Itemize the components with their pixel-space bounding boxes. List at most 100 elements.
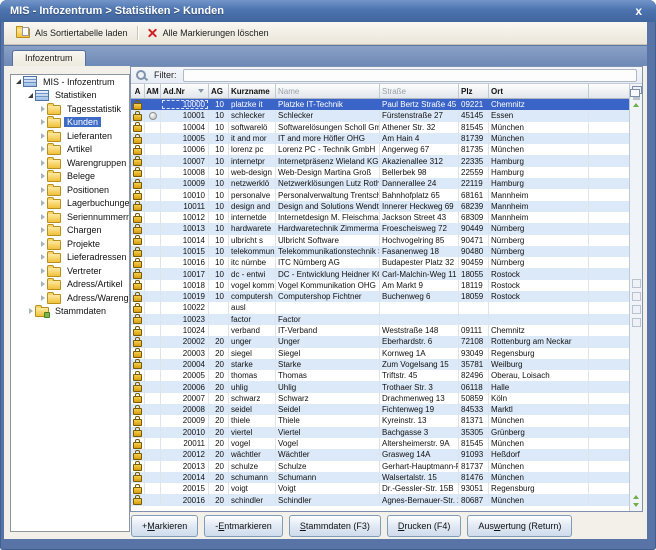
table-row[interactable]: 2000820seidelSeidelFichtenweg 1984533Mar… [131,404,629,415]
table-row[interactable]: 1001110design andDesign and Solutions We… [131,201,629,212]
table-row[interactable]: 1000410softwarelöSoftwarelösungen Scholl… [131,122,629,133]
table-row[interactable]: 2000420starkeStarkeZum Vogelsang 1535781… [131,359,629,370]
table-row[interactable]: 2001420schumannSchumannWalsertalstr. 158… [131,472,629,483]
table-row[interactable]: 2000920thieleThieleKyreinstr. 1381371Mün… [131,415,629,426]
table-row[interactable]: 1000810web-designWeb-Design Martina Groß… [131,167,629,178]
search-panel-icon[interactable] [632,292,641,301]
table-row[interactable]: 1001210internetdeInternetdesign M. Fleis… [131,212,629,223]
chevron-closed-icon[interactable] [38,119,47,125]
table-row[interactable]: 2001320schulzeSchulzeGerhart-Hauptmann-R… [131,461,629,472]
tree-item-lieferanten[interactable]: Lieferanten [11,129,129,143]
column-chooser-icon[interactable] [632,86,642,94]
table-row[interactable]: 2000620uhligUhligTrothaer Str. 306118Hal… [131,381,629,392]
chevron-closed-icon[interactable] [38,133,47,139]
tree-item-warengruppen[interactable]: Warengruppen [11,156,129,170]
tree-item-positionen[interactable]: Positionen [11,183,129,197]
table-row[interactable]: 1000510it and morIT and more Höfler OHGA… [131,133,629,144]
chevron-closed-icon[interactable] [26,308,35,314]
clear-marks-button[interactable]: Alle Markierungen löschen [141,26,275,41]
table-row[interactable]: 1001910computershComputershop FichtnerBu… [131,291,629,302]
column-header-plz[interactable]: Plz [459,84,489,98]
tab-infozentrum[interactable]: Infozentrum [12,50,86,66]
fixed-row-down-icon[interactable] [633,503,639,507]
column-header-name[interactable]: Name [276,84,380,98]
chevron-open-icon[interactable] [14,79,23,84]
table-row[interactable]: 1001610itc nürnbeITC Nürnberg AGBudapest… [131,257,629,268]
tree-item-lieferadressen[interactable]: Lieferadressen [11,251,129,265]
tree-item-mis-infozentrum[interactable]: MIS - Infozentrum [11,75,129,89]
table-row[interactable]: 1001010personalvePersonalverwaltung Tren… [131,189,629,200]
table-row[interactable]: 2001120vogelVogelAltersheimerstr. 9A8154… [131,438,629,449]
chevron-closed-icon[interactable] [38,106,47,112]
chevron-open-icon[interactable] [26,93,35,98]
table-row[interactable]: 2000220ungerUngerEberhardstr. 672108Rott… [131,336,629,347]
chevron-closed-icon[interactable] [38,295,47,301]
chevron-closed-icon[interactable] [38,173,47,179]
tree-item-statistiken[interactable]: Statistiken [11,89,129,103]
close-button[interactable]: x [631,2,646,20]
table-row[interactable]: 1001510telekommunTelekommunikationstechn… [131,246,629,257]
chevron-closed-icon[interactable] [38,281,47,287]
column-header-ort[interactable]: Ort [489,84,589,98]
filter-input[interactable] [183,69,638,82]
fixed-row-up-icon[interactable] [633,495,639,499]
tree-item-seriennummern[interactable]: Seriennummern [11,210,129,224]
table-row[interactable]: 1001310hardwareteHardwaretechnik Zimmerm… [131,223,629,234]
table-row[interactable]: 2000320siegelSiegelKornweg 1A93049Regens… [131,348,629,359]
table-row[interactable]: 2001020viertelViertelBachgasse 335305Grü… [131,427,629,438]
tree-item-chargen[interactable]: Chargen [11,224,129,238]
pin-icon[interactable] [633,97,640,100]
column-header-strasse[interactable]: Straße [380,84,459,98]
table-row[interactable]: 10022ausl [131,302,629,313]
chevron-closed-icon[interactable] [38,187,47,193]
chevron-closed-icon[interactable] [38,241,47,247]
table-row[interactable]: 1000910netzwerklöNetzwerklösungen Lutz R… [131,178,629,189]
table-row[interactable]: 1001810vogel kommVogel Kommunikation OHG… [131,280,629,291]
column-header-ag[interactable]: AG [209,84,229,98]
chevron-closed-icon[interactable] [38,268,47,274]
table-row[interactable]: 10024verbandIT-VerbandWeststraße 1480911… [131,325,629,336]
table-row[interactable]: 2000520thomasThomasTriftstr. 4582496Ober… [131,370,629,381]
table-row[interactable]: 1000110schleckerSchleckerFürstenstraße 2… [131,110,629,121]
chevron-closed-icon[interactable] [38,200,47,206]
grid-view-icon[interactable] [632,279,641,288]
tree-item-tagesstatistik[interactable]: Tagesstatistik [11,102,129,116]
filter-panel-icon[interactable] [632,318,641,327]
chevron-closed-icon[interactable] [38,254,47,260]
table-row[interactable]: 1000010platzke itPlatzke IT-TechnikPaul … [131,99,629,110]
tree-item-vertreter[interactable]: Vertreter [11,264,129,278]
stammdaten-button[interactable]: Stammdaten (F3) [289,515,381,537]
tree-item-lagerbuchungen[interactable]: Lagerbuchungen [11,197,129,211]
markieren-button[interactable]: + Markieren [131,515,198,537]
tree-item-artikel[interactable]: Artikel [11,143,129,157]
table-row[interactable]: 10023factorFactor [131,314,629,325]
chevron-closed-icon[interactable] [38,146,47,152]
table-row[interactable]: 2000720schwarzSchwarzDrachmenweg 1350859… [131,393,629,404]
table-row[interactable]: 1000610lorenz pcLorenz PC - Technik GmbH… [131,144,629,155]
table-row[interactable]: 1001710dc - entwiDC - Entwicklung Heidne… [131,268,629,279]
tree-item-stammdaten[interactable]: Stammdaten [11,305,129,319]
table-row[interactable]: 1001410ulbricht sUlbricht SoftwareHochvo… [131,235,629,246]
tree-item-adress-warengruppen[interactable]: Adress/Warengruppen [11,291,129,305]
column-header-kurzname[interactable]: Kurzname [229,84,276,98]
column-header-am[interactable]: AM [145,84,161,98]
entmarkieren-button[interactable]: - Entmarkieren [204,515,283,537]
table-row[interactable]: 2001220wächtlerWächtlerGrasweg 14A91093H… [131,449,629,460]
table-row[interactable]: 2001520voigtVoigtDr.-Gessler-Str. 15B930… [131,483,629,494]
scroll-up-icon[interactable] [633,103,639,107]
tree-item-kunden[interactable]: Kunden [11,116,129,130]
chevron-closed-icon[interactable] [38,160,47,166]
table-row[interactable]: 1000710internetprInternetpräsenz Wieland… [131,155,629,166]
column-header-adnr[interactable]: Ad.Nr [161,84,209,98]
column-header-a[interactable]: A [131,84,145,98]
load-sort-table-button[interactable]: Als Sortiertabelle laden [10,26,134,40]
tree-item-adress-artikel[interactable]: Adress/Artikel [11,278,129,292]
auswertung-button[interactable]: Auswertung (Return) [467,515,572,537]
sum-panel-icon[interactable] [632,305,641,314]
table-row[interactable]: 2001620schindlerSchindlerAgnes-Bernauer-… [131,494,629,505]
tree-item-belege[interactable]: Belege [11,170,129,184]
tree-item-projekte[interactable]: Projekte [11,237,129,251]
column-header-filler[interactable] [589,84,629,98]
chevron-closed-icon[interactable] [38,227,47,233]
drucken-button[interactable]: Drucken (F4) [387,515,462,537]
